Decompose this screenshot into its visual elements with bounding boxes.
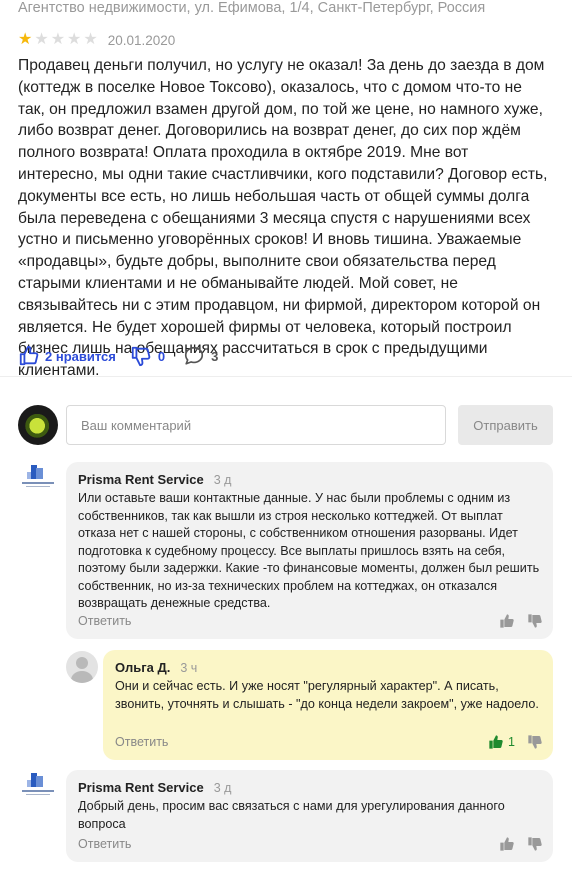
comment-bubble: Prisma Rent Service 3 д Или оставьте ваш… bbox=[66, 462, 553, 639]
comment-text: Они и сейчас есть. И уже носят "регулярн… bbox=[115, 679, 539, 711]
dislike-button[interactable]: 0 bbox=[130, 345, 165, 367]
thumb-up-icon bbox=[489, 735, 503, 749]
comment-dislike-button[interactable] bbox=[527, 734, 543, 750]
review-text: Продавец деньги получил, но услугу не ок… bbox=[18, 57, 548, 380]
like-button[interactable]: 2 нравится bbox=[18, 345, 116, 367]
star-icon-empty: ★ bbox=[50, 31, 66, 48]
comment-text: Или оставьте ваши контактные данные. У н… bbox=[78, 491, 540, 610]
star-icon-empty: ★ bbox=[34, 31, 49, 48]
thumb-up-icon bbox=[500, 614, 514, 628]
reply-button[interactable]: Ответить bbox=[115, 735, 168, 749]
thumb-down-icon bbox=[131, 346, 151, 367]
send-button[interactable]: Отправить bbox=[458, 405, 553, 445]
review-actions: 2 нравится 0 3 bbox=[18, 344, 218, 368]
comment-bubble: Ольга Д. 3 ч Они и сейчас есть. И уже но… bbox=[103, 650, 553, 760]
comment-author[interactable]: Prisma Rent Service bbox=[78, 780, 204, 795]
comment-dislike-button[interactable] bbox=[527, 613, 543, 629]
prisma-logo bbox=[22, 772, 54, 804]
star-icon-empty: ★ bbox=[67, 31, 82, 48]
organization-address[interactable]: Агентство недвижимости, ул. Ефимова, 1/4… bbox=[18, 0, 485, 16]
review-card: Агентство недвижимости, ул. Ефимова, 1/4… bbox=[0, 0, 572, 888]
comment-dislike-button[interactable] bbox=[527, 836, 543, 852]
user-avatar bbox=[18, 405, 58, 445]
divider bbox=[0, 376, 572, 377]
comment-like-button[interactable]: 1 bbox=[488, 734, 515, 750]
like-count: 2 нравится bbox=[45, 348, 116, 364]
reply-button[interactable]: Ответить bbox=[78, 614, 131, 628]
comment-like-count: 1 bbox=[508, 735, 515, 749]
comments-button[interactable]: 3 bbox=[183, 345, 218, 367]
comments-count: 3 bbox=[211, 348, 219, 364]
comment-icon bbox=[185, 346, 204, 365]
comment-author[interactable]: Ольга Д. bbox=[115, 660, 170, 675]
reply-button[interactable]: Ответить bbox=[78, 837, 131, 851]
comment-time: 3 д bbox=[213, 473, 232, 487]
prisma-logo bbox=[22, 464, 54, 496]
thumb-down-icon bbox=[528, 837, 542, 851]
comment-time: 3 д bbox=[213, 781, 232, 795]
comment-author[interactable]: Prisma Rent Service bbox=[78, 472, 204, 487]
rating-stars: ★ ★ ★ ★ ★ bbox=[18, 32, 98, 48]
star-icon-empty: ★ bbox=[83, 31, 98, 48]
dislike-count: 0 bbox=[157, 348, 166, 364]
comment-like-button[interactable] bbox=[499, 613, 515, 629]
comment-input[interactable] bbox=[66, 405, 446, 445]
review-date: 20.01.2020 bbox=[107, 32, 176, 48]
comment-like-button[interactable] bbox=[499, 836, 515, 852]
star-icon-filled: ★ bbox=[18, 31, 33, 48]
rating-row: ★ ★ ★ ★ ★ 20.01.2020 bbox=[18, 32, 175, 48]
user-avatar bbox=[66, 651, 98, 683]
comment-bubble: Prisma Rent Service 3 д Добрый день, про… bbox=[66, 770, 553, 862]
thumb-up-icon bbox=[500, 837, 514, 851]
comment-time: 3 ч bbox=[180, 661, 198, 675]
thumb-up-icon bbox=[19, 345, 39, 366]
comment-text: Добрый день, просим вас связаться с нами… bbox=[78, 799, 505, 831]
thumb-down-icon bbox=[528, 735, 542, 749]
thumb-down-icon bbox=[528, 614, 542, 628]
